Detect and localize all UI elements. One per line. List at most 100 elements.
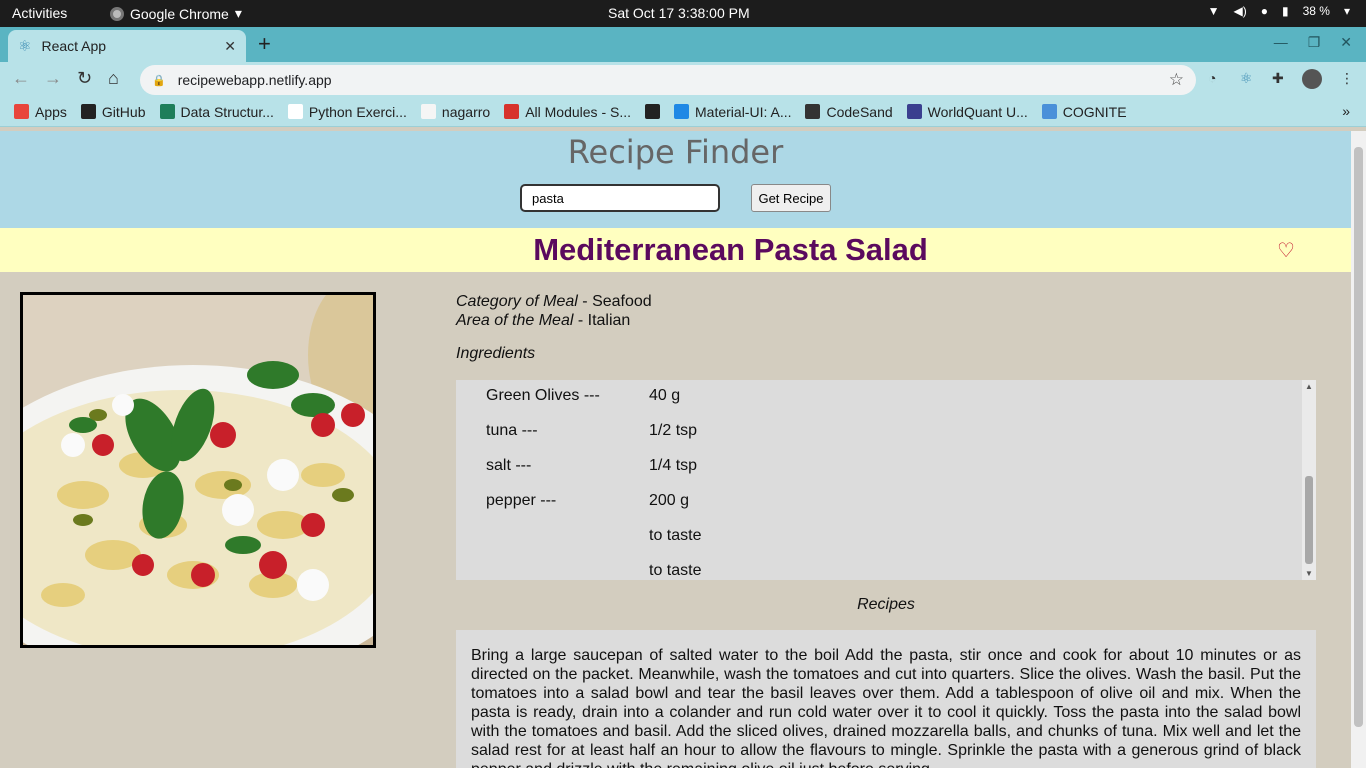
home-icon[interactable]: ⌂ — [108, 68, 119, 89]
ingredient-measure: 200 g — [649, 492, 690, 509]
bookmark-label: CodeSand — [826, 103, 893, 120]
close-window-icon[interactable]: ✕ — [1340, 34, 1352, 51]
scroll-thumb[interactable] — [1305, 476, 1313, 564]
codesandbox-icon — [805, 104, 821, 119]
ingredient-measure: to taste — [649, 562, 702, 579]
extension-speed-icon[interactable]: ◔ — [1208, 70, 1216, 86]
ingredients-list[interactable]: Green Olives --- tuna --- salt --- peppe… — [456, 380, 1316, 580]
chrome-icon — [110, 6, 124, 21]
ingredients-heading: Ingredients — [456, 345, 536, 362]
volume-icon: ◀) — [1233, 4, 1247, 18]
forward-icon[interactable]: → — [44, 68, 62, 89]
meal-title-bar: Mediterranean Pasta Salad ♡ — [0, 228, 1351, 272]
wifi-icon: ▼ — [1207, 4, 1220, 18]
web-page: Recipe Finder Get Recipe Mediterranean P… — [0, 131, 1351, 768]
github-icon — [80, 104, 96, 119]
bookmark-label: All Modules - S... — [525, 103, 632, 120]
bookmark-item[interactable]: COGNITE — [1041, 103, 1127, 120]
category-value: - Seafood — [577, 293, 652, 310]
app-menu[interactable]: Google Chrome ▾ — [110, 5, 242, 22]
bookmark-item[interactable]: WorldQuant U... — [906, 104, 1028, 120]
category-line: Category of Meal - Seafood — [456, 292, 1316, 311]
battery-icon: ▮ — [1282, 4, 1289, 18]
bookmark-label: Python Exerci... — [308, 103, 407, 120]
close-icon[interactable]: ✕ — [224, 38, 236, 55]
ingredient-name: tuna --- — [486, 422, 538, 439]
bookmark-item[interactable]: CodeSand — [805, 103, 893, 120]
page-scroll-thumb[interactable] — [1354, 147, 1363, 727]
ingredients-scrollbar[interactable]: ▲ ▼ — [1302, 380, 1316, 580]
bookmark-label: Data Structur... — [180, 103, 274, 120]
get-recipe-button[interactable]: Get Recipe — [751, 184, 831, 212]
react-devtools-icon[interactable]: ⚛ — [1240, 70, 1253, 87]
ingredient-measure: 1/2 tsp — [649, 422, 698, 439]
ingredient-name: pepper --- — [486, 492, 557, 509]
profile-avatar[interactable] — [1302, 69, 1322, 89]
search-input[interactable] — [520, 184, 720, 212]
bookmark-label: GitHub — [101, 103, 146, 120]
area-label: Area of the Meal — [456, 312, 574, 329]
bookmark-item[interactable]: Apps — [14, 104, 67, 120]
ingredient-name: Green Olives --- — [486, 387, 600, 404]
recipe-instructions: Bring a large saucepan of salted water t… — [456, 630, 1316, 768]
apps-grid-icon — [14, 104, 29, 119]
area-value: - Italian — [573, 312, 631, 329]
app-header: Recipe Finder Get Recipe — [0, 131, 1351, 228]
battery-percent: 38 % — [1302, 4, 1330, 18]
toolbar: ← → ↻ ⌂ 🔒 recipewebapp.netlify.app ☆ ◔ ⚛… — [0, 62, 1366, 97]
activities-button[interactable]: Activities — [12, 5, 67, 21]
reload-icon[interactable]: ↻ — [77, 68, 92, 89]
react-icon: ⚛ — [18, 38, 32, 55]
meal-details: Category of Meal - Seafood Area of the M… — [456, 292, 1316, 363]
globe-icon — [645, 104, 661, 119]
bookmark-item[interactable]: nagarro — [420, 103, 491, 120]
scroll-down-icon[interactable]: ▼ — [1305, 569, 1313, 578]
bookmarks-overflow-icon[interactable]: » — [1342, 103, 1350, 119]
page-title: Recipe Finder — [567, 133, 784, 171]
minimize-icon[interactable]: — — [1274, 34, 1288, 51]
ingredient-measure: 40 g — [649, 387, 681, 404]
back-icon[interactable]: ← — [12, 68, 30, 89]
browser-tab[interactable]: ⚛ React App ✕ — [8, 30, 246, 62]
bookmark-item[interactable] — [645, 104, 661, 119]
menu-dots-icon[interactable]: ⋮ — [1340, 70, 1354, 87]
microphone-icon: ● — [1260, 4, 1268, 18]
cognite-icon — [1041, 104, 1057, 119]
recipes-heading: Recipes — [857, 596, 915, 613]
ingredient-measure: to taste — [649, 527, 702, 544]
scroll-up-icon[interactable]: ▲ — [1305, 382, 1313, 391]
bookmark-item[interactable]: GitHub — [80, 103, 146, 120]
area-line: Area of the Meal - Italian — [456, 311, 1316, 330]
ingredient-measure: 1/4 tsp — [649, 457, 698, 474]
bookmark-label: COGNITE — [1062, 103, 1127, 120]
system-tray[interactable]: ▼ ◀) ● ▮ 38 % ▾ — [1208, 4, 1350, 18]
material-ui-icon — [674, 104, 690, 119]
bookmark-label: Apps — [35, 103, 67, 120]
window-controls: — ❐ ✕ — [1274, 34, 1352, 51]
modules-icon — [504, 104, 520, 119]
w3r-icon — [287, 104, 303, 119]
restore-icon[interactable]: ❐ — [1308, 34, 1321, 51]
ingredient-name: salt --- — [486, 457, 532, 474]
ingredient-measures: 40 g 1/2 tsp 1/4 tsp 200 g to taste to t… — [649, 380, 701, 580]
tab-strip: ⚛ React App ✕ + — ❐ ✕ — [0, 27, 1366, 62]
tab-title: React App — [41, 38, 107, 54]
heart-icon[interactable]: ♡ — [1277, 238, 1295, 263]
meal-title: Mediterranean Pasta Salad — [533, 232, 928, 267]
bookmark-item[interactable]: Material-UI: A... — [674, 104, 791, 120]
bookmark-item[interactable]: All Modules - S... — [504, 104, 631, 120]
bookmark-label: nagarro — [441, 103, 491, 120]
lock-icon[interactable]: 🔒 — [152, 74, 166, 87]
page-scrollbar[interactable] — [1351, 131, 1366, 768]
nagarro-icon — [420, 104, 436, 119]
caret-down-icon: ▾ — [1343, 4, 1350, 18]
caret-down-icon: ▾ — [234, 5, 242, 21]
new-tab-button[interactable]: + — [258, 31, 271, 57]
ingredient-names: Green Olives --- tuna --- salt --- peppe… — [486, 380, 600, 520]
extensions-puzzle-icon[interactable]: ✚ — [1272, 70, 1284, 87]
bookmark-star-icon[interactable]: ☆ — [1169, 70, 1184, 90]
address-bar[interactable]: 🔒 recipewebapp.netlify.app ☆ — [140, 65, 1196, 95]
bookmark-item[interactable]: Data Structur... — [159, 103, 274, 120]
bookmark-item[interactable]: Python Exerci... — [287, 103, 407, 120]
clock[interactable]: Sat Oct 17 3:38:00 PM — [608, 5, 750, 21]
